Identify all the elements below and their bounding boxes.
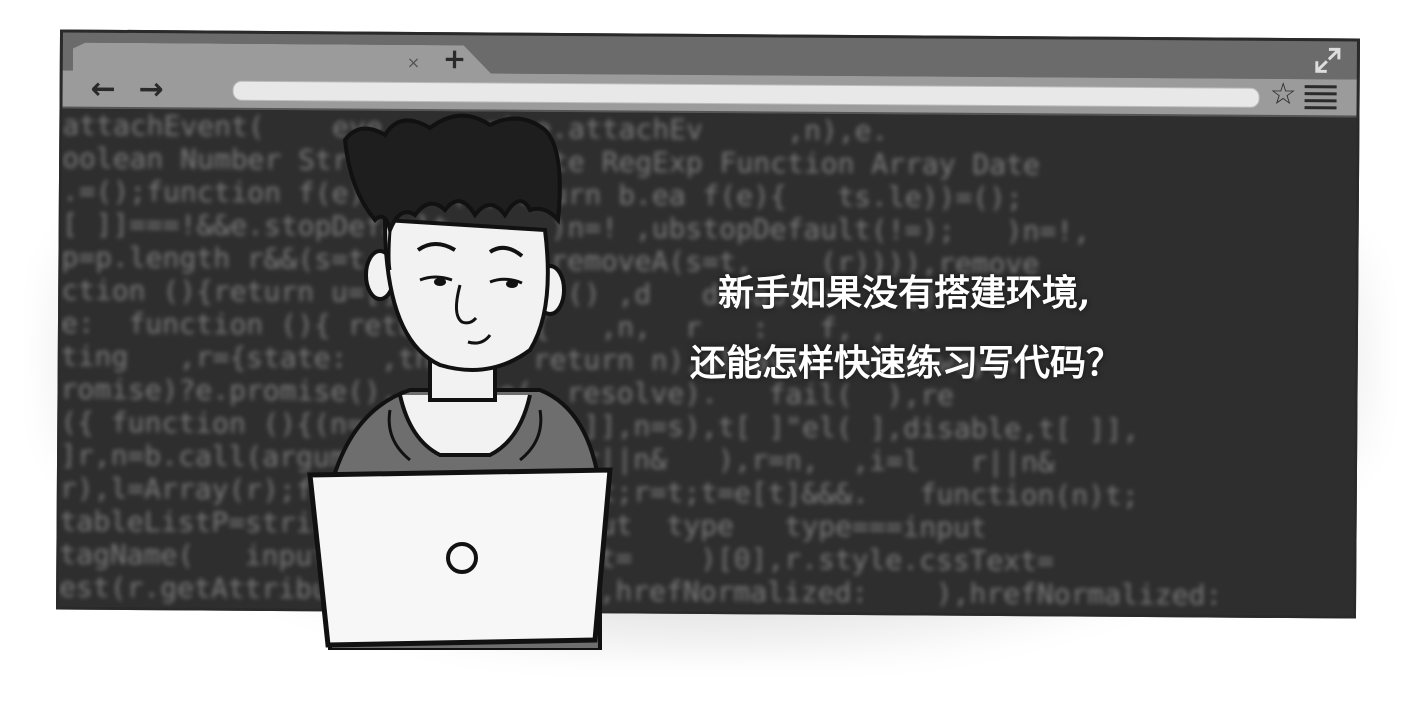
star-icon[interactable]: ☆ bbox=[1270, 77, 1297, 112]
headline: 新手如果没有搭建环境, 还能怎样快速练习写代码？ bbox=[690, 258, 1122, 398]
forward-arrow-icon[interactable]: → bbox=[139, 72, 164, 107]
new-tab-icon[interactable]: + bbox=[443, 42, 467, 75]
laptop bbox=[307, 467, 613, 648]
address-bar[interactable] bbox=[232, 80, 1260, 108]
headline-line-1: 新手如果没有搭建环境, bbox=[718, 272, 1091, 314]
illustration-stage: × + ← → ☆ attachEvent( eve ,n),e.attachE… bbox=[0, 0, 1420, 708]
menu-icon[interactable] bbox=[1304, 85, 1337, 110]
tab-close-icon[interactable]: × bbox=[407, 53, 421, 72]
back-arrow-icon[interactable]: ← bbox=[91, 72, 116, 107]
hair bbox=[342, 113, 562, 237]
expand-icon[interactable] bbox=[1315, 47, 1341, 73]
cartoon-programmer-illustration bbox=[307, 113, 613, 650]
face bbox=[382, 217, 550, 372]
headline-line-2: 还能怎样快速练习写代码？ bbox=[690, 342, 1123, 384]
